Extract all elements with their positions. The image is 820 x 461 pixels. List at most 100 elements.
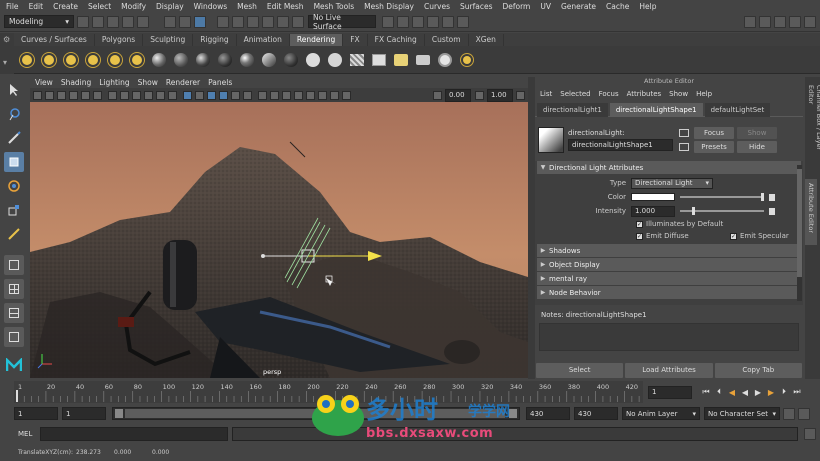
isolate-select-icon[interactable] [306,90,315,100]
scene-start-field[interactable]: 1 [14,407,58,420]
intensity-slider[interactable] [680,207,764,215]
mode-selector[interactable]: Modeling ▾ [4,15,74,28]
render-layer-icon[interactable] [436,51,454,69]
textured-icon[interactable] [219,90,228,100]
shelf-tab-xgen[interactable]: XGen [469,33,504,46]
lambert-material-icon[interactable] [172,51,190,69]
playback-start-field[interactable]: 1 [62,407,106,420]
image-plane-icon[interactable] [69,90,78,100]
file-texture-icon[interactable] [370,51,388,69]
resolution-gate-icon[interactable] [132,90,141,100]
viewport-menu-view[interactable]: View [35,78,53,87]
render-settings-icon[interactable] [442,15,454,28]
exposure-field[interactable]: 0.00 [445,88,471,102]
bookmark-icon[interactable] [57,90,66,100]
gate-mask-icon[interactable] [144,90,153,100]
select-hierarchy-icon[interactable] [164,15,176,28]
node-name-field[interactable]: directionalLightShape1 [568,139,673,151]
menu-mesh-display[interactable]: Mesh Display [364,2,414,11]
select-button[interactable]: Select [536,362,624,378]
panel-divider[interactable] [528,77,535,379]
ae-tab-defaultlightset[interactable]: defaultLightSet [704,102,771,117]
phonge-material-icon[interactable] [216,51,234,69]
snap-point-icon[interactable] [247,15,259,28]
emit-diffuse-checkbox[interactable]: ✓ [636,232,643,240]
film-gate-icon[interactable] [120,90,129,100]
camera-attributes-icon[interactable] [45,90,54,100]
menu-deform[interactable]: Deform [502,2,530,11]
section-node-behavior[interactable]: ▶ Node Behavior [537,286,801,299]
viewport-menu-show[interactable]: Show [138,78,158,87]
xray-components-icon[interactable] [342,90,351,100]
shelf-tab-rigging[interactable]: Rigging [193,33,237,46]
color-map-button[interactable] [769,193,775,201]
motion-blur-icon[interactable] [270,90,279,100]
depth-of-field-icon[interactable] [294,90,303,100]
focus-node-icon[interactable] [679,129,689,137]
color-slider[interactable] [680,193,764,201]
menu-curves[interactable]: Curves [424,2,450,11]
menu-uv[interactable]: UV [540,2,551,11]
perspective-viewport[interactable]: persp [30,102,528,378]
section-mental-ray[interactable]: ▶ mental ray [537,272,801,285]
live-surface-field[interactable]: No Live Surface [308,13,376,31]
safe-action-icon[interactable] [168,90,177,100]
copy-tab-button[interactable]: Copy Tab [714,362,802,378]
section-directional-light-attributes[interactable]: ▼ Directional Light Attributes [537,161,801,174]
menu-modify[interactable]: Modify [121,2,146,11]
use-background-icon[interactable] [304,51,322,69]
current-time-marker[interactable] [16,390,18,402]
use-all-lights-icon[interactable] [231,90,240,100]
xray-icon[interactable] [318,90,327,100]
menu-mesh-tools[interactable]: Mesh Tools [314,2,355,11]
notes-field[interactable] [539,323,799,351]
viewport-menu-shading[interactable]: Shading [61,78,91,87]
attribute-editor-toggle-icon[interactable] [774,15,786,28]
mel-input[interactable] [40,427,228,441]
ae-tab-directionallightshape1[interactable]: directionalLightShape1 [609,102,703,117]
hypershade-icon[interactable] [457,15,469,28]
screen-space-ao-icon[interactable] [258,90,267,100]
channel-box-tab[interactable]: Channel Box / Layer Editor [805,81,820,169]
ae-menu-list[interactable]: List [540,90,552,98]
focus-button[interactable]: Focus [694,127,734,139]
shelf-tab-custom[interactable]: Custom [425,33,469,46]
spot-light-icon[interactable] [84,51,102,69]
redo-icon[interactable] [137,15,149,28]
outliner-layout-icon[interactable] [4,327,24,347]
xray-joints-icon[interactable] [330,90,339,100]
wireframe-icon[interactable] [183,90,192,100]
smooth-shade-icon[interactable] [195,90,204,100]
ae-menu-help[interactable]: Help [696,90,712,98]
intensity-map-button[interactable] [769,207,775,215]
intensity-field[interactable]: 1.000 [631,205,675,217]
play-forward-icon[interactable]: ▶ [753,387,763,397]
two-view-layout-icon[interactable] [4,303,24,323]
render-current-icon[interactable] [412,15,424,28]
snap-view-icon[interactable] [262,15,274,28]
ipr-render-icon[interactable] [427,15,439,28]
character-set-dropdown[interactable]: No Character Set ▾ [704,407,780,420]
save-scene-icon[interactable] [107,15,119,28]
character-controls-icon[interactable] [759,15,771,28]
channel-box-toggle-icon[interactable] [804,15,816,28]
undo-icon[interactable] [122,15,134,28]
menu-select[interactable]: Select [88,2,111,11]
paint-select-icon[interactable] [4,128,24,148]
ae-menu-focus[interactable]: Focus [599,90,619,98]
live-surface-icon[interactable] [292,15,304,28]
menu-help[interactable]: Help [639,2,656,11]
construction-history-icon[interactable] [382,15,394,28]
two-d-pan-zoom-icon[interactable] [81,90,90,100]
step-back-key-icon[interactable]: ⏴ [714,387,724,397]
select-tool-icon[interactable] [4,80,24,100]
play-backward-icon[interactable]: ◀ [740,387,750,397]
step-forward-key-icon[interactable]: ⏵ [779,387,789,397]
select-object-icon[interactable] [179,15,191,28]
menu-edit-mesh[interactable]: Edit Mesh [267,2,304,11]
menu-windows[interactable]: Windows [194,2,227,11]
four-view-layout-icon[interactable] [4,279,24,299]
field-chart-icon[interactable] [156,90,165,100]
ambient-light-icon[interactable] [18,51,36,69]
step-forward-frame-icon[interactable]: ▶ [766,387,776,397]
